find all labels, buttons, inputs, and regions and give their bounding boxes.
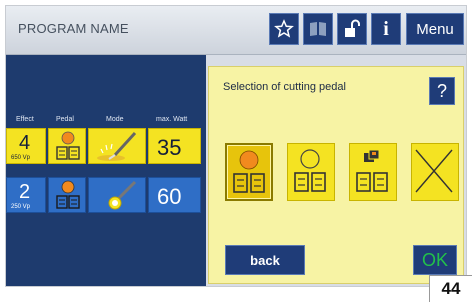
copy-pedal-icon — [356, 149, 388, 192]
effect-voltage: 250 Vp — [11, 204, 31, 210]
effect-cell[interactable]: 2 250 Vp — [6, 177, 46, 213]
header-mode: Mode — [106, 116, 124, 123]
pedal-option-cut[interactable] — [225, 143, 273, 201]
book-button[interactable] — [303, 13, 333, 45]
pedal-option-copy[interactable] — [349, 143, 397, 201]
effect-value: 4 — [19, 132, 31, 154]
pedal-option-empty[interactable] — [287, 143, 335, 201]
lock-button[interactable] — [337, 13, 367, 45]
menu-button[interactable]: Menu — [406, 13, 464, 45]
mode-cell[interactable] — [88, 128, 146, 164]
cutting-electrode-icon — [97, 131, 137, 161]
info-button[interactable]: i — [371, 13, 401, 45]
device-screen: PROGRAM NAME i Menu Effect Pedal Mode ma… — [5, 5, 467, 287]
effect-cell[interactable]: 4 650 Vp — [6, 128, 46, 164]
pedal-option-none[interactable] — [411, 143, 459, 201]
star-icon — [274, 19, 294, 38]
page-number: 44 — [429, 275, 472, 302]
ball-electrode-icon — [108, 180, 137, 210]
max-watt-cell[interactable]: 35 — [148, 128, 201, 164]
back-label: back — [250, 252, 280, 268]
program-name: PROGRAM NAME — [18, 21, 129, 36]
favorite-button[interactable] — [269, 13, 299, 45]
coag-pedal-icon — [56, 180, 80, 209]
header-effect: Effect — [16, 116, 34, 123]
ok-button[interactable]: OK — [413, 245, 457, 275]
book-icon — [310, 22, 326, 36]
effect-voltage: 650 Vp — [11, 155, 31, 161]
program-panel — [6, 55, 206, 286]
orange-pedal-icon — [233, 150, 265, 193]
unlock-icon — [345, 19, 360, 37]
header-pedal: Pedal — [56, 116, 74, 123]
pedal-cell[interactable] — [48, 128, 86, 164]
top-bar: PROGRAM NAME i Menu — [6, 6, 466, 55]
info-icon: i — [383, 17, 389, 40]
pedal-selection-dialog: Selection of cutting pedal ? back OK — [208, 66, 464, 284]
mode-cell[interactable] — [88, 177, 146, 213]
help-icon: ? — [436, 80, 447, 101]
max-watt-value: 60 — [157, 184, 182, 209]
back-button[interactable]: back — [225, 245, 305, 275]
max-watt-value: 35 — [157, 135, 182, 160]
ok-label: OK — [421, 249, 448, 270]
pedal-cell[interactable] — [48, 177, 86, 213]
help-button[interactable]: ? — [429, 77, 455, 105]
dialog-title: Selection of cutting pedal — [223, 81, 346, 93]
effect-value: 2 — [19, 181, 31, 203]
header-max-watt: max. Watt — [156, 116, 188, 123]
menu-label: Menu — [416, 20, 454, 38]
empty-pedal-icon — [294, 149, 326, 192]
cross-icon — [415, 149, 453, 193]
max-watt-cell[interactable]: 60 — [148, 177, 201, 213]
cut-pedal-icon — [56, 131, 80, 160]
